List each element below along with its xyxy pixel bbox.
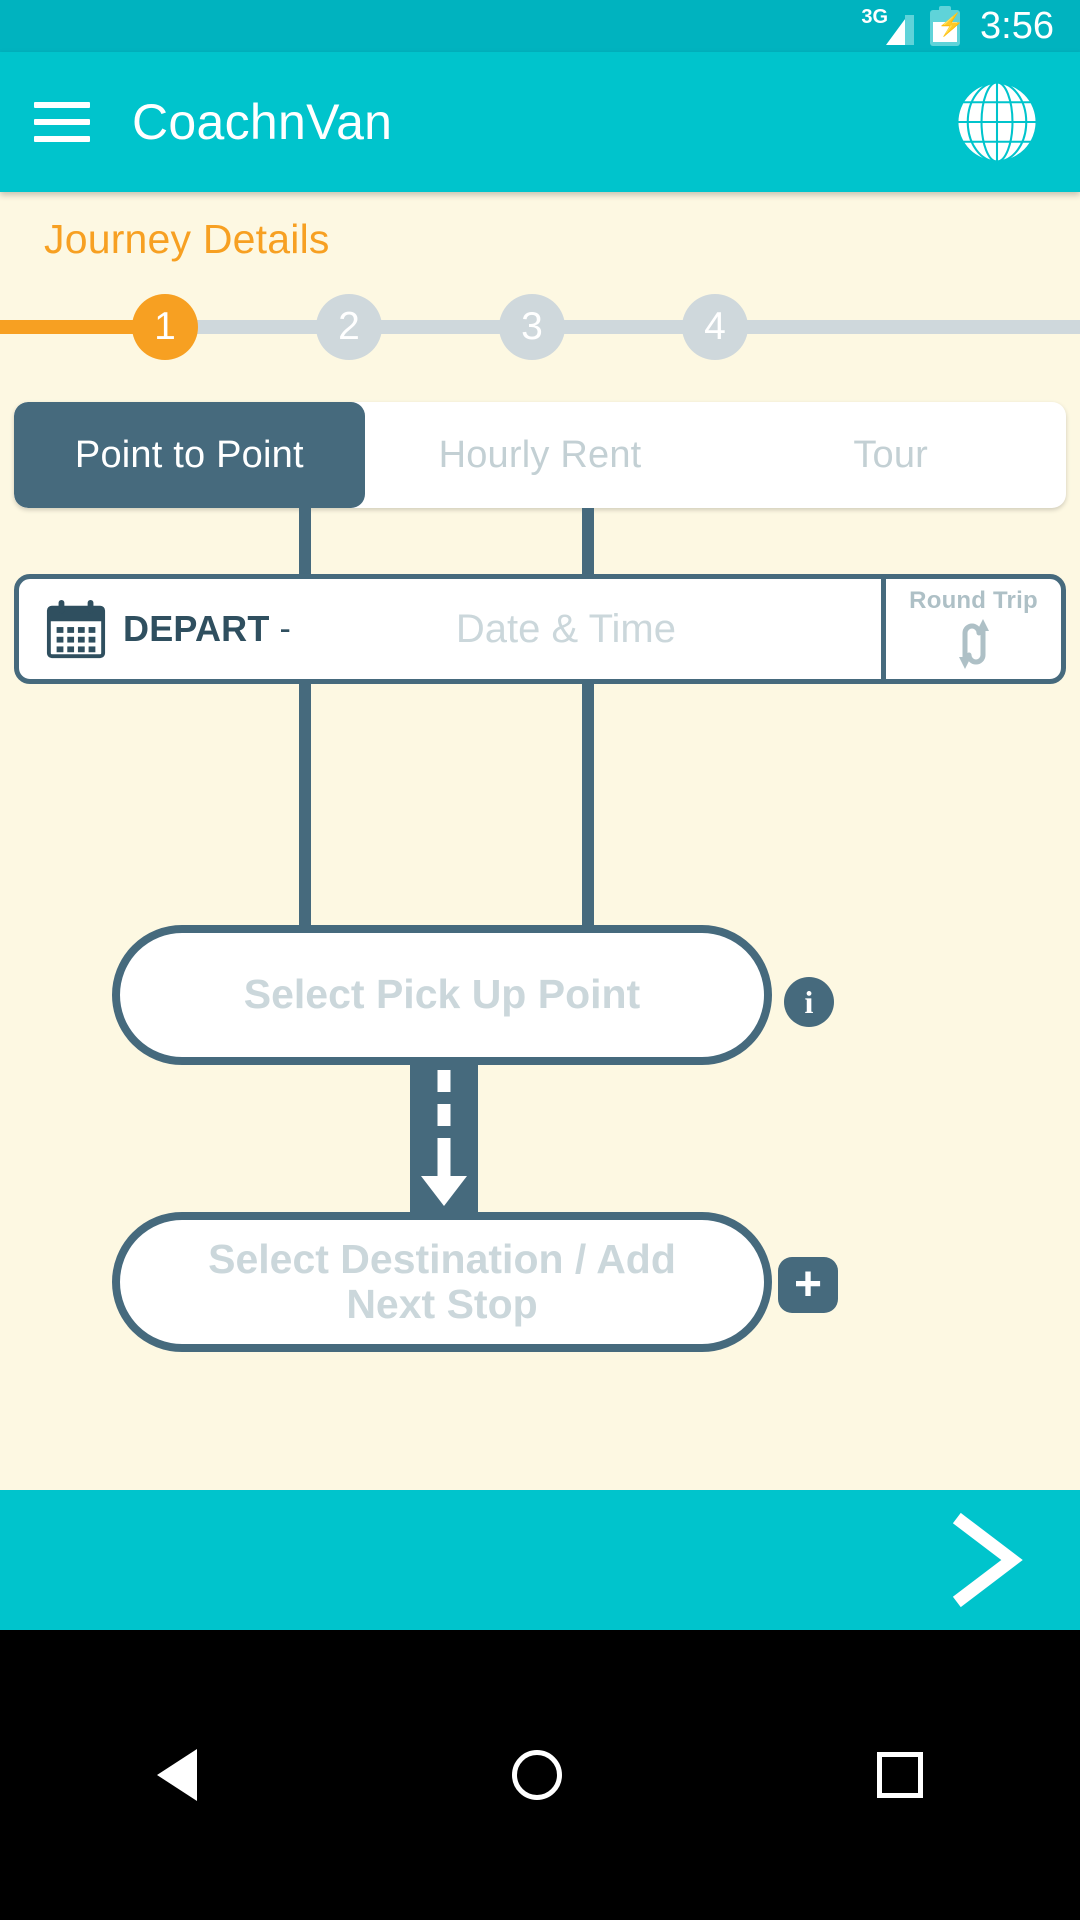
hamburger-menu-icon[interactable]: [34, 102, 90, 142]
footer-next-bar: [0, 1490, 1080, 1630]
signal-triangle-bg: [905, 15, 915, 45]
network-type-label: 3G: [861, 6, 889, 28]
plus-icon[interactable]: +: [778, 1257, 838, 1313]
step-2[interactable]: 2: [316, 294, 382, 360]
page-title: Journey Details: [44, 216, 330, 262]
globe-icon[interactable]: [954, 79, 1040, 165]
connector-line-mid: [582, 508, 594, 578]
chevron-right-icon[interactable]: [948, 1512, 1028, 1608]
status-bar: 3G ⚡ 3:56: [0, 0, 1080, 52]
app-bar: CoachnVan: [0, 52, 1080, 192]
app-title: CoachnVan: [132, 94, 393, 150]
step-3[interactable]: 3: [499, 294, 565, 360]
step-4[interactable]: 4: [682, 294, 748, 360]
tab-tour[interactable]: Tour: [715, 402, 1066, 508]
select-destination-button[interactable]: Select Destination / Add Next Stop: [112, 1212, 772, 1352]
depart-date-time-field[interactable]: DEPART - Date & Time: [19, 579, 881, 679]
service-type-tabs: Point to Point Hourly Rent Tour: [14, 402, 1066, 508]
depart-separator: -: [279, 609, 291, 648]
calendar-icon: [46, 599, 106, 659]
swap-arrows-icon: [958, 619, 989, 669]
status-bar-clock: 3:56: [980, 4, 1054, 47]
signal-bars-icon: 3G: [861, 6, 915, 45]
battery-charging-icon: ⚡: [930, 6, 964, 46]
back-triangle-icon[interactable]: [157, 1749, 198, 1801]
round-trip-toggle[interactable]: Round Trip: [881, 579, 1061, 679]
connector-line-left: [299, 508, 311, 578]
step-1[interactable]: 1: [132, 294, 198, 360]
home-circle-icon[interactable]: [511, 1750, 562, 1800]
dashed-down-arrow-icon: [410, 1060, 478, 1220]
progress-stepper: 1 2 3 4: [0, 281, 1080, 373]
depart-label: DEPART: [123, 608, 270, 649]
recents-square-icon[interactable]: [876, 1752, 923, 1798]
connector-line-mid-lower: [582, 684, 594, 929]
android-navigation-bar: [0, 1630, 1080, 1920]
tab-hourly-rent[interactable]: Hourly Rent: [365, 402, 716, 508]
journey-details-panel: Journey Details 1 2 3 4 Point to Point H…: [0, 192, 1080, 1490]
connector-line-left-lower: [299, 684, 311, 929]
tab-point-to-point[interactable]: Point to Point: [14, 402, 365, 508]
depart-field-row[interactable]: DEPART - Date & Time Round Trip: [14, 574, 1066, 684]
info-icon[interactable]: i: [784, 977, 834, 1027]
round-trip-label: Round Trip: [909, 587, 1038, 614]
select-pickup-point-button[interactable]: Select Pick Up Point: [112, 925, 772, 1065]
date-time-placeholder: Date & Time: [455, 606, 676, 651]
